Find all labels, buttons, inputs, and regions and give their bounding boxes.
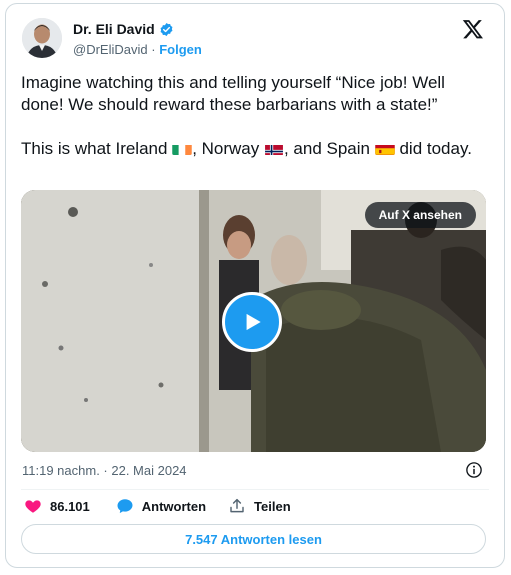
follow-link[interactable]: Folgen [159, 42, 202, 57]
author-handle[interactable]: @DrEliDavid [73, 42, 148, 57]
tweet-paragraph-2: This is what Ireland , Norway , and Spai… [21, 139, 472, 158]
video-player[interactable]: Auf X ansehen [21, 190, 486, 452]
share-button[interactable]: Teilen [228, 497, 291, 515]
play-icon [246, 313, 261, 331]
author-name-row: Dr. Eli David [73, 21, 174, 37]
flag-ireland-icon [172, 142, 192, 155]
reply-label: Antworten [141, 498, 207, 514]
flag-spain-icon [374, 142, 395, 155]
read-replies-button[interactable]: 7.547 Antworten lesen [21, 524, 486, 554]
flag-norway-icon [264, 142, 284, 155]
tweet-text: Imagine watching this and telling yourse… [21, 72, 491, 160]
reply-button[interactable]: Antworten [116, 497, 206, 515]
share-label: Teilen [254, 498, 291, 514]
info-icon[interactable] [465, 461, 483, 479]
like-button[interactable]: 86.101 [24, 497, 90, 515]
author-handle-row: @DrEliDavid · Folgen [73, 42, 202, 57]
like-count: 86.101 [50, 498, 90, 514]
x-logo-icon[interactable] [462, 18, 484, 40]
author-name[interactable]: Dr. Eli David [73, 21, 155, 37]
avatar[interactable] [22, 18, 62, 58]
heart-icon [25, 500, 41, 513]
timestamp[interactable]: 11:19 nachm. · 22. Mai 2024 [22, 463, 187, 478]
separator-dot: · [151, 42, 156, 57]
tweet-paragraph-1: Imagine watching this and telling yourse… [21, 73, 445, 114]
action-bar: 86.101 Antworten Teilen [24, 497, 291, 515]
play-button[interactable] [222, 292, 282, 352]
verified-badge-icon [160, 22, 173, 36]
divider [21, 489, 489, 490]
view-on-x-button[interactable]: Auf X ansehen [364, 202, 476, 228]
tweet-card: Dr. Eli David @DrEliDavid · Folgen Imagi… [5, 3, 505, 568]
reply-icon [117, 499, 133, 514]
share-icon [230, 498, 244, 513]
